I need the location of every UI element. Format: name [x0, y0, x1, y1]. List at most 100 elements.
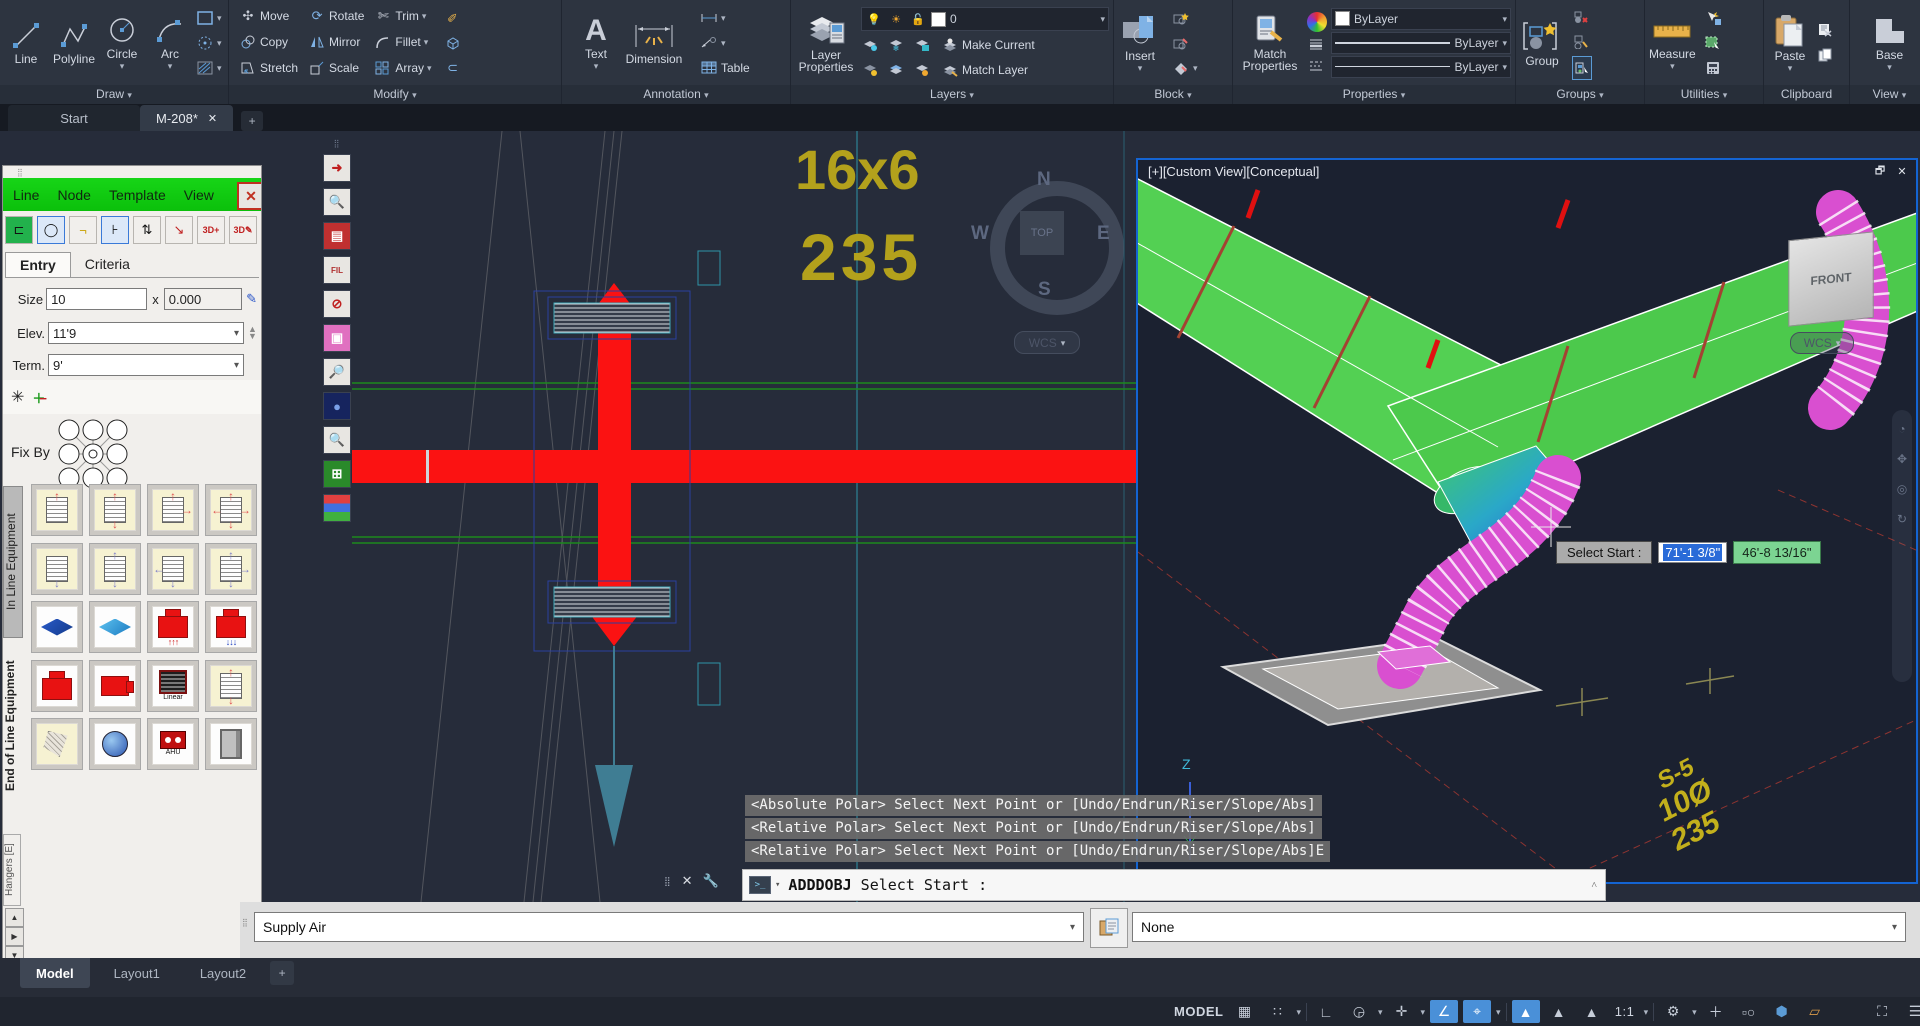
leader-button[interactable]: ▾: [700, 32, 750, 54]
tab-model[interactable]: Model: [20, 958, 90, 988]
elevation-select[interactable]: 11'9▾: [48, 322, 244, 344]
no-entry-icon[interactable]: ⊘: [323, 290, 351, 318]
autoscale-toggle[interactable]: ▲: [1545, 1000, 1573, 1023]
3d-add-tool-icon[interactable]: 3D+: [197, 216, 225, 244]
equipment-tile[interactable]: ↓←: [147, 543, 199, 595]
layer-isolate-icon[interactable]: [861, 36, 879, 54]
command-grip[interactable]: ⣿: [664, 876, 672, 887]
menu-line[interactable]: Line: [13, 187, 39, 203]
chevron-down-icon[interactable]: ▾: [1421, 1008, 1426, 1016]
clean-screen-toggle[interactable]: ⛶: [1868, 1000, 1896, 1023]
grid-add-icon[interactable]: ⊞: [323, 460, 351, 488]
chevron-down-icon[interactable]: ▾: [422, 12, 427, 20]
annotation-panel-label[interactable]: Annotation ▾: [562, 85, 790, 104]
chevron-down-icon[interactable]: ▾: [1788, 64, 1793, 72]
scroll-right-button[interactable]: ▶: [5, 927, 24, 946]
viewcube-3d[interactable]: FRONT: [1788, 231, 1874, 326]
equipment-tile[interactable]: [31, 718, 83, 770]
equipment-tile[interactable]: [89, 718, 141, 770]
layer-off-icon[interactable]: [861, 61, 879, 79]
chevron-down-icon[interactable]: ▾: [1378, 1008, 1383, 1016]
tab-endline-equipment[interactable]: End of Line Equipment: [3, 638, 21, 814]
offset-button[interactable]: ⊂: [444, 57, 462, 79]
palette-grip[interactable]: ⣿: [17, 168, 23, 177]
equipment-tile[interactable]: Linear: [147, 660, 199, 712]
equipment-tile[interactable]: ↑↓: [89, 484, 141, 536]
equipment-tile[interactable]: [31, 601, 83, 653]
view-panel-label[interactable]: View ▾: [1850, 85, 1920, 104]
rotate-button[interactable]: ⟳Rotate: [308, 5, 364, 27]
drawing-canvas[interactable]: 16x6 235 N W E S TOP WCS▾ ⣿ ➜ 🔍 ▤ FIL ⊘ …: [0, 131, 1920, 902]
chevron-down-icon[interactable]: ▾: [1887, 63, 1892, 71]
create-block-button[interactable]: [1172, 7, 1198, 29]
layer-lock-icon[interactable]: [913, 36, 931, 54]
layer-dropdown[interactable]: 💡 ☀ 🔓 0 ▾: [861, 7, 1109, 31]
zoom-nav-icon[interactable]: ◎: [1897, 482, 1907, 496]
bar-grip[interactable]: ⣿: [242, 918, 248, 927]
mirror-button[interactable]: Mirror: [308, 31, 364, 53]
layer-thaw-icon[interactable]: ☀: [887, 10, 905, 28]
compass-north[interactable]: N: [1037, 169, 1051, 191]
scale-button[interactable]: Scale: [308, 57, 364, 79]
command-expand-icon[interactable]: ˄: [1591, 880, 1597, 891]
model-space-toggle[interactable]: MODEL: [1172, 1000, 1225, 1023]
tab-hangers[interactable]: Hangers [E]: [3, 834, 21, 906]
osnap-tracking-toggle[interactable]: ∠: [1430, 1000, 1458, 1023]
select-all-button[interactable]: [1704, 32, 1722, 54]
layer-properties-button[interactable]: Layer Properties: [795, 3, 857, 83]
close-viewport-icon[interactable]: ✕: [1894, 164, 1910, 178]
compass-west[interactable]: W: [971, 223, 989, 245]
dimension-style-button[interactable]: ▾: [700, 7, 750, 29]
rectangle-tool-button[interactable]: ▾: [196, 7, 222, 29]
insert-button[interactable]: Insert ▾: [1118, 3, 1162, 83]
round-duct-tool-icon[interactable]: ◯: [37, 216, 65, 244]
make-current-button[interactable]: Make Current: [941, 34, 1035, 56]
equipment-tile[interactable]: ↑↑↑: [147, 601, 199, 653]
measure-button[interactable]: Measure ▾: [1649, 3, 1696, 83]
color-wheel-icon[interactable]: [1307, 12, 1327, 32]
terminal-select[interactable]: 9'▾: [48, 354, 244, 376]
paste-button[interactable]: Paste ▾: [1768, 3, 1812, 83]
scroll-up-button[interactable]: ▲: [5, 908, 24, 927]
sphere-tool-icon[interactable]: ●: [323, 392, 351, 420]
equipment-tile[interactable]: ↓↑→: [205, 543, 257, 595]
size-input[interactable]: 10: [46, 288, 147, 310]
tab-inline-equipment[interactable]: In Line Equipment: [3, 486, 23, 638]
close-palette-button[interactable]: ✕: [237, 182, 262, 210]
markup-tool-icon[interactable]: ▤: [323, 222, 351, 250]
ungroup-button[interactable]: [1572, 6, 1592, 28]
crosshair-units-icon[interactable]: ＋: [1702, 1000, 1730, 1023]
pan-icon[interactable]: ✥: [1897, 452, 1907, 466]
equipment-tile[interactable]: AHU: [147, 718, 199, 770]
chevron-down-icon[interactable]: ▾: [217, 64, 222, 72]
linetype-dropdown[interactable]: ByLayer ▾: [1331, 56, 1511, 78]
isolate-objects-icon[interactable]: ▫○: [1735, 1000, 1763, 1023]
tab-criteria[interactable]: Criteria: [71, 252, 144, 277]
fillet-duct-icon[interactable]: FIL: [323, 256, 351, 284]
isoplane-toggle[interactable]: ✛: [1388, 1000, 1416, 1023]
base-button[interactable]: Base ▾: [1868, 3, 1912, 83]
equipment-tile[interactable]: ↑↓←→: [205, 484, 257, 536]
chevron-down-icon[interactable]: ▾: [1138, 64, 1143, 72]
arc-button[interactable]: Arc ▾: [148, 3, 192, 83]
modify-panel-label[interactable]: Modify ▾: [229, 85, 561, 104]
chevron-down-icon[interactable]: ▾: [217, 14, 222, 22]
properties-panel-label[interactable]: Properties ▾: [1233, 85, 1515, 104]
explode-button[interactable]: [444, 32, 462, 54]
table-button[interactable]: Table: [700, 57, 750, 79]
edit-block-button[interactable]: [1172, 32, 1198, 54]
tab-layout1[interactable]: Layout1: [98, 958, 176, 988]
layer-vpfreeze-icon[interactable]: [887, 61, 905, 79]
trim-button[interactable]: ✄Trim▾: [374, 5, 431, 27]
command-prompt-icon[interactable]: >_: [749, 876, 771, 894]
navigation-bar[interactable]: ◔ ✥ ◎ ↻: [1892, 410, 1912, 682]
chevron-down-icon[interactable]: ▾: [1692, 1008, 1697, 1016]
chevron-down-icon[interactable]: ▾: [1670, 62, 1675, 70]
dynamic-dimension-1[interactable]: 71'-1 3/8": [1658, 542, 1727, 563]
snap-mode-toggle[interactable]: ∷: [1263, 1000, 1291, 1023]
circle-button[interactable]: Circle ▾: [100, 3, 144, 83]
chevron-down-icon[interactable]: ▾: [1496, 1008, 1501, 1016]
workspace-settings-icon[interactable]: ⚙: [1659, 1000, 1687, 1023]
snap-settings-icon[interactable]: ✳: [11, 387, 24, 407]
duct-line-tool-icon[interactable]: ⊏: [5, 216, 33, 244]
